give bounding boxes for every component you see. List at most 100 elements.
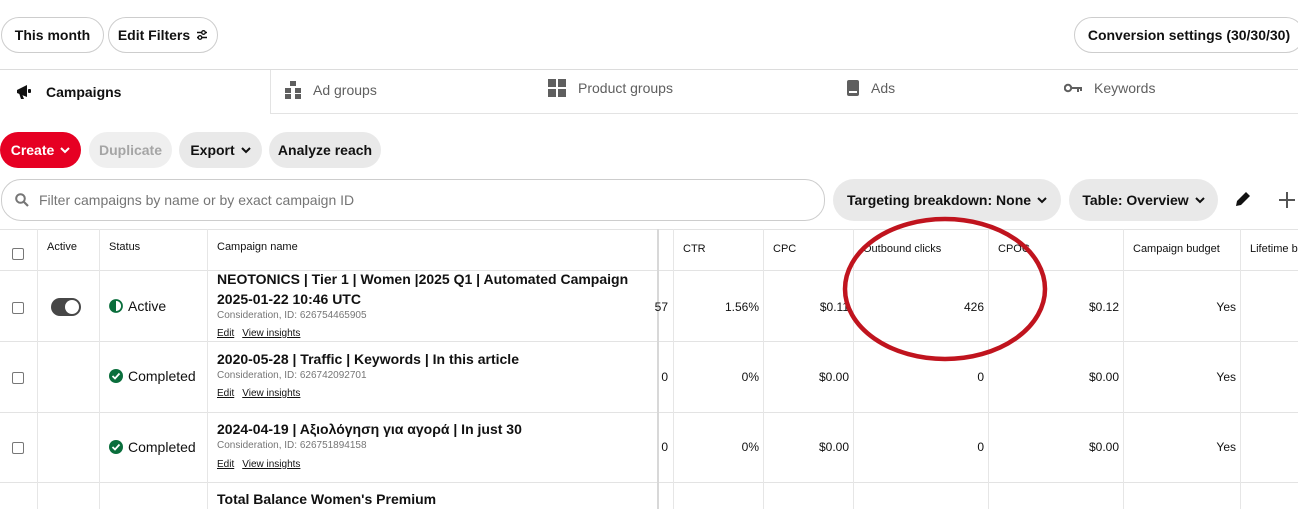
tab-product-groups[interactable]: Product groups xyxy=(548,67,673,109)
table-view-button[interactable]: Table: Overview xyxy=(1069,179,1218,221)
row-checkbox[interactable] xyxy=(12,442,24,454)
select-all-checkbox[interactable] xyxy=(12,248,24,260)
search-input[interactable] xyxy=(37,191,801,209)
edit-filters-button[interactable]: Edit Filters xyxy=(108,17,218,53)
status-badge: Completed xyxy=(109,439,196,455)
search-box[interactable] xyxy=(1,179,825,221)
chevron-down-icon xyxy=(1194,196,1205,203)
targeting-breakdown-button[interactable]: Targeting breakdown: None xyxy=(833,179,1061,221)
view-insights-link[interactable]: View insights xyxy=(242,388,300,399)
chevron-down-icon xyxy=(60,146,71,153)
col-lifetime-budget[interactable]: Lifetime b xyxy=(1250,243,1298,255)
create-button[interactable]: Create xyxy=(0,132,81,168)
col-cpoc[interactable]: CPOC xyxy=(998,243,1030,255)
cpoc-value: $0.00 xyxy=(1088,440,1119,454)
col-outbound-clicks[interactable]: Outbound clicks xyxy=(863,243,941,255)
col-active[interactable]: Active xyxy=(47,241,77,253)
prev-metric: 0 xyxy=(661,440,668,454)
row-checkbox[interactable] xyxy=(12,372,24,384)
cpc-value: $0.11 xyxy=(819,300,849,314)
outbound-clicks-value: 426 xyxy=(963,300,984,314)
prev-metric: 0 xyxy=(661,370,668,384)
campaign-name[interactable]: 2020-05-28 | Traffic | Keywords | In thi… xyxy=(217,351,519,367)
conversion-settings-button[interactable]: Conversion settings (30/30/30) xyxy=(1074,17,1298,53)
cpc-value: $0.00 xyxy=(818,440,849,454)
chevron-down-icon xyxy=(240,146,251,153)
outbound-clicks-value: 0 xyxy=(977,370,984,384)
date-range-button[interactable]: This month xyxy=(1,17,104,53)
row-checkbox[interactable] xyxy=(12,302,24,314)
tab-product-groups-label: Product groups xyxy=(578,80,673,96)
edit-link[interactable]: Edit xyxy=(217,328,234,339)
row-links: Edit View insights xyxy=(217,459,308,470)
campaign-budget-value: Yes xyxy=(1216,300,1236,314)
campaign-meta: Consideration, ID: 626742092701 xyxy=(217,370,367,381)
date-range-label: This month xyxy=(14,27,91,43)
toggle-knob xyxy=(65,300,79,314)
tab-ad-groups[interactable]: Ad groups xyxy=(285,69,377,111)
tab-ads[interactable]: Ads xyxy=(847,67,895,109)
campaign-meta: Consideration, ID: 626754465905 xyxy=(217,310,367,321)
tab-keywords[interactable]: Keywords xyxy=(1064,67,1155,109)
col-campaign-name[interactable]: Campaign name xyxy=(217,241,298,253)
tab-ad-groups-label: Ad groups xyxy=(313,82,377,98)
sliders-icon xyxy=(197,30,208,40)
campaign-name[interactable]: 2024-04-19 | Αξιολόγηση για αγορά | In j… xyxy=(217,421,522,437)
pencil-icon[interactable] xyxy=(1234,190,1252,208)
grid-icon xyxy=(548,79,566,97)
status-label: Completed xyxy=(128,368,196,384)
check-circle-icon xyxy=(109,440,123,454)
col-cpc[interactable]: CPC xyxy=(773,243,796,255)
ctr-value: 1.56% xyxy=(724,300,759,314)
megaphone-icon xyxy=(17,85,31,99)
export-button[interactable]: Export xyxy=(179,132,262,168)
col-ctr[interactable]: CTR xyxy=(683,243,706,255)
cpc-value: $0.00 xyxy=(818,370,849,384)
row-links: Edit View insights xyxy=(217,328,308,339)
edit-filters-label: Edit Filters xyxy=(117,27,191,43)
table-view-label: Table: Overview xyxy=(1082,192,1189,208)
cpoc-value: $0.12 xyxy=(1088,300,1119,314)
prev-metric: 57 xyxy=(654,300,668,314)
outbound-clicks-value: 0 xyxy=(977,440,984,454)
status-label: Active xyxy=(128,298,167,314)
view-insights-link[interactable]: View insights xyxy=(242,328,300,339)
plus-icon[interactable] xyxy=(1277,190,1297,210)
targeting-breakdown-label: Targeting breakdown: None xyxy=(846,192,1032,208)
half-circle-icon xyxy=(109,299,123,313)
campaign-budget-value: Yes xyxy=(1216,370,1236,384)
ad-groups-icon xyxy=(285,81,301,99)
col-status[interactable]: Status xyxy=(109,241,140,253)
edit-link[interactable]: Edit xyxy=(217,459,234,470)
search-icon xyxy=(15,193,29,207)
analyze-reach-label: Analyze reach xyxy=(277,142,373,158)
duplicate-button[interactable]: Duplicate xyxy=(89,132,172,168)
tab-keywords-label: Keywords xyxy=(1094,80,1156,96)
campaign-budget-value: Yes xyxy=(1216,440,1236,454)
tab-campaigns-label: Campaigns xyxy=(46,84,122,100)
row-links: Edit View insights xyxy=(217,388,308,399)
annotation-circle xyxy=(842,216,1048,362)
view-insights-link[interactable]: View insights xyxy=(242,459,300,470)
campaign-name[interactable]: Total Balance Women's Premium xyxy=(217,491,436,507)
check-circle-icon xyxy=(109,369,123,383)
key-icon xyxy=(1064,83,1082,93)
edit-link[interactable]: Edit xyxy=(217,388,234,399)
active-toggle[interactable] xyxy=(51,298,81,316)
chevron-down-icon xyxy=(1037,196,1047,203)
tab-ads-label: Ads xyxy=(871,80,896,96)
status-badge: Completed xyxy=(109,368,196,384)
tab-campaigns[interactable]: Campaigns xyxy=(16,71,121,113)
campaign-name[interactable]: NEOTONICS | Tier 1 | Women |2025 Q1 | Au… xyxy=(217,271,628,287)
campaign-meta: Consideration, ID: 626751894158 xyxy=(217,440,367,451)
export-label: Export xyxy=(190,142,235,158)
ctr-value: 0% xyxy=(741,370,759,384)
analyze-reach-button[interactable]: Analyze reach xyxy=(269,132,381,168)
ctr-value: 0% xyxy=(741,440,759,454)
campaign-name-line2[interactable]: 2025-01-22 10:46 UTC xyxy=(217,291,361,307)
duplicate-label: Duplicate xyxy=(98,142,162,158)
create-label: Create xyxy=(10,142,55,158)
col-campaign-budget[interactable]: Campaign budget xyxy=(1133,243,1220,255)
status-badge: Active xyxy=(109,298,166,314)
status-label: Completed xyxy=(128,439,196,455)
